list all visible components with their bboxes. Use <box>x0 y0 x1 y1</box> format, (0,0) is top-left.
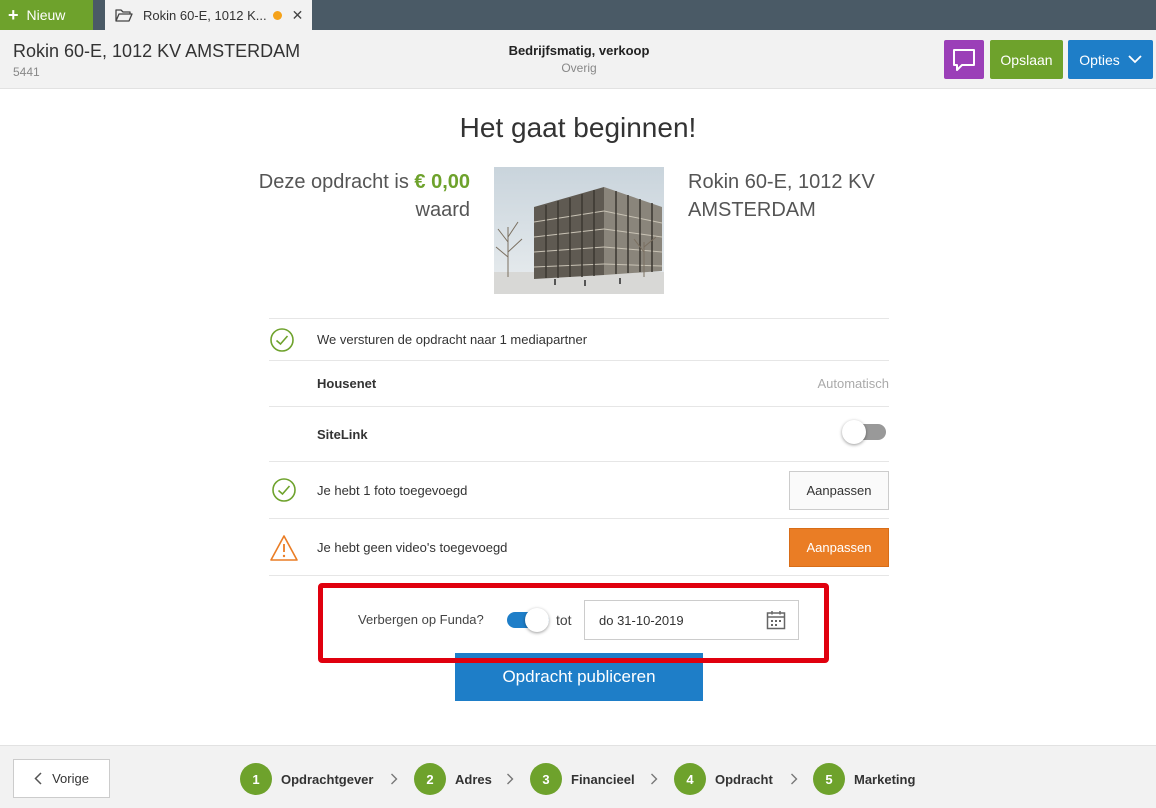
hide-on-funda-label: Verbergen op Funda? <box>358 612 484 627</box>
toggle-knob <box>525 608 549 632</box>
unsaved-indicator <box>272 10 282 20</box>
photos-text: Je hebt 1 foto toegevoegd <box>317 482 468 498</box>
hide-until-date-input[interactable]: do 31-10-2019 <box>584 600 799 640</box>
step-label: Financieel <box>571 771 635 787</box>
until-label: tot <box>556 612 572 628</box>
value-suffix: waard <box>415 199 470 221</box>
value-prefix: Deze opdracht is <box>258 171 409 193</box>
step-number: 1 <box>240 763 272 795</box>
page-header: Rokin 60-E, 1012 KV AMSTERDAM 5441 Bedri… <box>0 30 1156 89</box>
videos-row: Je hebt geen video's toegevoegd Aanpasse… <box>269 518 889 576</box>
toggle-knob <box>842 420 866 444</box>
chevron-left-icon <box>34 772 42 785</box>
previous-button[interactable]: Vorige <box>13 759 110 798</box>
calendar-icon[interactable] <box>766 610 786 630</box>
date-value: do 31-10-2019 <box>599 612 684 628</box>
step-number: 5 <box>813 763 845 795</box>
options-label: Opties <box>1079 51 1120 68</box>
assignment-value: Deze opdracht is € 0,00 waard <box>259 168 470 224</box>
partner-row-housenet: Housenet Automatisch <box>269 360 889 406</box>
step-label: Marketing <box>854 771 916 787</box>
step-label: Opdrachtgever <box>281 771 374 787</box>
step-marketing[interactable]: 5 Marketing <box>813 763 915 795</box>
chevron-right-icon <box>791 773 798 785</box>
media-partners-row: We versturen de opdracht naar 1 mediapar… <box>269 318 889 360</box>
wizard-footer: Vorige 1 Opdrachtgever 2 Adres 3 Financi… <box>0 745 1156 808</box>
step-number: 2 <box>414 763 446 795</box>
options-button[interactable]: Opties <box>1068 40 1153 79</box>
edit-photos-button[interactable]: Aanpassen <box>789 471 889 510</box>
hide-on-funda-toggle[interactable] <box>507 608 549 632</box>
tab-bar: + Nieuw Rokin 60-E, 1012 K... ✕ <box>0 0 1156 30</box>
folder-open-icon <box>115 9 133 22</box>
object-type-main: Bedrijfsmatig, verkoop <box>508 43 650 58</box>
close-icon[interactable]: ✕ <box>292 7 304 24</box>
partner-name: Housenet <box>317 376 377 391</box>
media-partners-text: We versturen de opdracht naar 1 mediapar… <box>317 332 588 347</box>
address-line-2: AMSTERDAM <box>688 199 816 221</box>
step-opdrachtgever[interactable]: 1 Opdrachtgever <box>240 763 373 795</box>
chevron-right-icon <box>507 773 514 785</box>
partner-name: SiteLink <box>317 426 368 442</box>
chevron-right-icon <box>391 773 398 785</box>
videos-text: Je hebt geen video's toegevoegd <box>317 539 508 555</box>
step-adres[interactable]: 2 Adres <box>414 763 492 795</box>
value-amount: € 0,00 <box>414 171 470 193</box>
object-type: Bedrijfsmatig, verkoop Overig <box>479 43 679 75</box>
new-button-label: Nieuw <box>26 7 66 23</box>
plus-icon: + <box>8 5 19 25</box>
edit-videos-button[interactable]: Aanpassen <box>789 528 889 567</box>
sitelink-toggle[interactable] <box>842 420 886 444</box>
page-title: Rokin 60-E, 1012 KV AMSTERDAM <box>13 41 301 61</box>
property-photo <box>494 167 664 294</box>
chevron-right-icon <box>651 773 658 785</box>
previous-label: Vorige <box>52 771 89 786</box>
step-opdracht[interactable]: 4 Opdracht <box>674 763 773 795</box>
partner-status: Automatisch <box>817 376 889 391</box>
tab-property[interactable]: Rokin 60-E, 1012 K... ✕ <box>105 0 312 30</box>
step-label: Adres <box>455 771 492 787</box>
photos-row: Je hebt 1 foto toegevoegd Aanpassen <box>269 461 889 518</box>
address-line-1: Rokin 60-E, 1012 KV <box>688 171 875 193</box>
chevron-down-icon <box>1128 55 1142 64</box>
step-label: Opdracht <box>715 771 773 787</box>
property-address: Rokin 60-E, 1012 KV AMSTERDAM <box>688 168 908 224</box>
partner-row-sitelink: SiteLink <box>269 406 889 461</box>
chat-button[interactable] <box>944 40 984 79</box>
chat-icon <box>953 48 975 71</box>
save-button[interactable]: Opslaan <box>990 40 1063 79</box>
check-circle-icon <box>270 328 294 352</box>
step-number: 3 <box>530 763 562 795</box>
new-button[interactable]: + Nieuw <box>0 0 93 30</box>
warning-icon <box>270 535 298 561</box>
object-type-sub: Overig <box>561 61 597 75</box>
step-number: 4 <box>674 763 706 795</box>
step-financieel[interactable]: 3 Financieel <box>530 763 635 795</box>
check-circle-icon <box>272 478 296 502</box>
main-heading: Het gaat beginnen! <box>459 112 697 143</box>
tab-title: Rokin 60-E, 1012 K... <box>143 7 267 23</box>
object-id: 5441 <box>13 65 40 79</box>
